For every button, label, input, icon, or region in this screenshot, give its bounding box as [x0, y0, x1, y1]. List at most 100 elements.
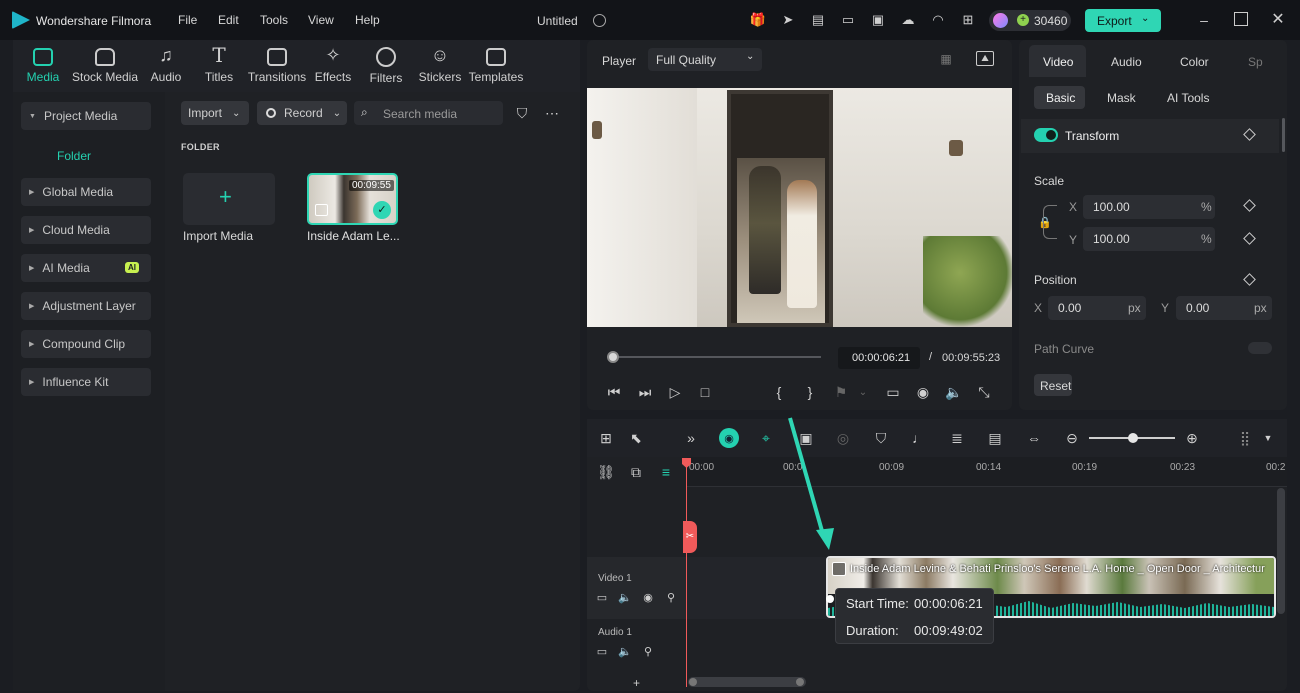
tab-effects[interactable]: ✧ Effects: [305, 44, 361, 90]
clip-trim-handle[interactable]: [826, 595, 834, 603]
select-cursor-icon[interactable]: ⬉: [627, 429, 645, 447]
document-icon[interactable]: ▤: [809, 12, 827, 28]
tab-audio-props[interactable]: Audio: [1111, 55, 1142, 69]
quality-dropdown[interactable]: Full Quality ⌄: [648, 48, 762, 71]
tab-stock-media[interactable]: Stock Media: [72, 44, 138, 90]
shield-icon[interactable]: ⛉: [872, 429, 890, 447]
ai-robot-icon[interactable]: ◉: [719, 428, 739, 448]
import-dropdown[interactable]: Import ⌄: [181, 101, 249, 125]
chevron-down-icon[interactable]: ⌄: [857, 383, 869, 401]
replace-clip-icon[interactable]: ▤: [986, 429, 1004, 447]
subtab-mask[interactable]: Mask: [1107, 91, 1136, 105]
menu-tools[interactable]: Tools: [260, 13, 288, 27]
add-track-button[interactable]: +: [633, 676, 640, 690]
mark-out-icon[interactable]: }: [801, 383, 819, 401]
next-frame-icon[interactable]: ⏭: [636, 383, 654, 401]
music-list-icon[interactable]: ≣: [948, 429, 966, 447]
save-icon[interactable]: ▣: [869, 12, 887, 28]
playhead-line[interactable]: [686, 462, 687, 687]
zoom-slider-handle[interactable]: [1128, 433, 1138, 443]
lock-track-icon[interactable]: ⚲: [641, 644, 655, 658]
subtab-basic[interactable]: Basic: [1034, 86, 1085, 109]
zoom-in-icon[interactable]: ⊕: [1183, 429, 1201, 447]
tab-templates[interactable]: Templates: [468, 44, 524, 90]
sidebar-item-compound-clip[interactable]: ▶ Compound Clip: [21, 330, 151, 358]
tab-stickers[interactable]: ☺ Stickers: [412, 44, 468, 90]
fast-forward-icon[interactable]: »: [682, 429, 700, 447]
maximize-icon[interactable]: [1234, 12, 1248, 26]
stop-icon[interactable]: □: [696, 383, 714, 401]
snapshot-image-icon[interactable]: ⛰: [976, 51, 994, 66]
volume-icon[interactable]: 🔈: [945, 383, 963, 401]
sidebar-item-influence-kit[interactable]: ▶ Influence Kit: [21, 368, 151, 396]
tab-audio[interactable]: ♫ Audio: [138, 44, 194, 90]
close-icon[interactable]: ✕: [1270, 11, 1286, 28]
timeline-horizontal-scrollbar[interactable]: [688, 677, 806, 687]
lock-track-icon[interactable]: ⚲: [664, 590, 678, 604]
media-clip-thumbnail[interactable]: 00:09:55 ✓: [307, 173, 398, 225]
headset-icon[interactable]: ◠: [929, 12, 947, 28]
playhead-scissors[interactable]: ✂: [683, 521, 697, 553]
fit-width-icon[interactable]: ⇔: [1025, 429, 1043, 447]
menu-help[interactable]: Help: [355, 13, 380, 27]
scale-x-field[interactable]: 100.00 %: [1083, 195, 1215, 219]
microphone-icon[interactable]: ♩: [910, 429, 928, 447]
folder-icon[interactable]: ▭: [595, 590, 609, 604]
unlink-icon[interactable]: ⛓: [597, 463, 615, 481]
pos-x-field[interactable]: 0.00 px: [1048, 296, 1146, 320]
display-monitor-icon[interactable]: ▭: [884, 383, 902, 401]
grid-view-icon[interactable]: ▦: [936, 52, 956, 66]
zoom-out-icon[interactable]: ⊖: [1063, 429, 1081, 447]
tab-media[interactable]: Media: [15, 44, 71, 90]
layout-grid-icon[interactable]: ⊞: [597, 429, 615, 447]
tab-speed[interactable]: Sp: [1248, 55, 1263, 69]
menu-file[interactable]: File: [178, 13, 197, 27]
menu-edit[interactable]: Edit: [218, 13, 239, 27]
more-options-icon[interactable]: ⋯: [542, 104, 562, 122]
tab-titles[interactable]: T Titles: [191, 44, 247, 90]
camera-snapshot-icon[interactable]: ◉: [914, 383, 932, 401]
menu-view[interactable]: View: [308, 13, 334, 27]
mark-in-icon[interactable]: {: [770, 383, 788, 401]
tab-color[interactable]: Color: [1180, 55, 1209, 69]
scale-y-field[interactable]: 100.00 %: [1083, 227, 1215, 251]
volume-icon[interactable]: 🔈: [618, 590, 632, 604]
prev-frame-icon[interactable]: ⏮: [605, 383, 623, 401]
sidebar-item-project-media[interactable]: ▼ Project Media: [21, 102, 151, 130]
subtab-ai-tools[interactable]: AI Tools: [1167, 91, 1209, 105]
tab-transitions[interactable]: Transitions: [248, 44, 306, 90]
marker-icon[interactable]: ⚑: [832, 383, 850, 401]
snap-magnet-icon[interactable]: ⌖: [757, 429, 775, 447]
folder-icon[interactable]: ▭: [595, 644, 609, 658]
layout-icon[interactable]: ▭: [839, 12, 857, 28]
minimize-icon[interactable]: –: [1196, 12, 1212, 28]
path-curve-toggle[interactable]: [1248, 342, 1272, 354]
gift-icon[interactable]: 🎁: [749, 12, 767, 28]
video-preview[interactable]: [587, 88, 1012, 327]
track-align-icon[interactable]: ≡: [657, 463, 675, 481]
cloud-upload-icon[interactable]: ☁: [899, 12, 917, 28]
export-button[interactable]: Export ⌄: [1085, 9, 1161, 32]
sidebar-item-folder[interactable]: Folder: [57, 149, 91, 163]
playback-progress-track[interactable]: [607, 356, 821, 358]
fullscreen-icon[interactable]: ⤡: [975, 383, 993, 401]
filter-icon[interactable]: ⛉: [512, 104, 532, 122]
volume-icon[interactable]: 🔈: [618, 644, 632, 658]
panel-scrollbar[interactable]: [1282, 118, 1285, 152]
sidebar-item-cloud-media[interactable]: ▶ Cloud Media: [21, 216, 151, 244]
eye-icon[interactable]: ◉: [641, 590, 655, 604]
transform-toggle[interactable]: [1034, 128, 1058, 142]
send-icon[interactable]: ➤: [779, 12, 797, 28]
record-dropdown[interactable]: Record ⌄: [257, 101, 347, 125]
sidebar-item-adjustment-layer[interactable]: ▶ Adjustment Layer: [21, 292, 151, 320]
apps-grid-icon[interactable]: ⊞: [959, 12, 977, 28]
play-icon[interactable]: ▷: [666, 383, 684, 401]
search-box[interactable]: ⌕ Search media: [354, 101, 503, 125]
credits-pill[interactable]: + 30460: [989, 10, 1071, 31]
tab-video[interactable]: Video: [1043, 55, 1073, 69]
sidebar-item-global-media[interactable]: ▶ Global Media: [21, 178, 151, 206]
sidebar-item-ai-media[interactable]: ▶ AI Media AI: [21, 254, 151, 282]
scroll-knob-right[interactable]: [796, 678, 804, 686]
link-icon[interactable]: ⧉: [627, 463, 645, 481]
current-time-display[interactable]: 00:00:06:21: [838, 347, 920, 369]
